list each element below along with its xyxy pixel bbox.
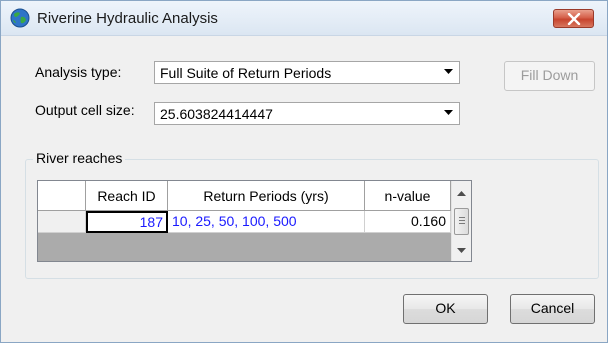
- title-bar[interactable]: Riverine Hydraulic Analysis: [1, 1, 607, 36]
- grip-line: [459, 217, 465, 218]
- chevron-down-icon: [444, 110, 453, 115]
- column-header-return-periods[interactable]: Return Periods (yrs): [168, 181, 365, 211]
- river-reaches-label: River reaches: [33, 150, 126, 166]
- ok-button[interactable]: OK: [403, 294, 488, 324]
- column-header-n-value[interactable]: n-value: [365, 181, 451, 211]
- column-header-reach-id[interactable]: Reach ID: [86, 181, 168, 211]
- analysis-type-select[interactable]: Full Suite of Return Periods: [154, 61, 460, 84]
- dialog-window: Riverine Hydraulic Analysis Analysis typ…: [0, 0, 608, 343]
- table-cell-return-periods[interactable]: 10, 25, 50, 100, 500: [168, 211, 365, 233]
- analysis-type-value: Full Suite of Return Periods: [160, 65, 332, 81]
- ok-label: OK: [435, 300, 456, 316]
- fill-down-label: Fill Down: [520, 67, 579, 83]
- table-cell-n-value[interactable]: 0.160: [365, 211, 451, 233]
- close-button[interactable]: [553, 9, 594, 28]
- scrollbar-thumb[interactable]: [454, 208, 469, 235]
- cancel-label: Cancel: [530, 300, 575, 316]
- grip-line: [459, 220, 465, 221]
- output-cell-size-select[interactable]: 25.603824414447: [154, 102, 460, 125]
- cancel-button[interactable]: Cancel: [510, 294, 595, 324]
- table-cell-reach-id[interactable]: 187: [86, 211, 168, 233]
- output-cell-size-label: Output cell size:: [35, 102, 135, 118]
- window-title: Riverine Hydraulic Analysis: [37, 10, 218, 27]
- vertical-scrollbar[interactable]: [451, 181, 471, 261]
- grip-line: [459, 223, 465, 224]
- chevron-down-icon: [444, 69, 453, 74]
- output-cell-size-value: 25.603824414447: [160, 106, 273, 122]
- row-header-corner: [38, 181, 86, 211]
- row-selector[interactable]: [38, 211, 86, 233]
- fill-down-button[interactable]: Fill Down: [504, 61, 595, 91]
- scroll-down-icon[interactable]: [457, 248, 466, 254]
- globe-icon: [10, 8, 30, 28]
- close-icon: [567, 13, 581, 25]
- analysis-type-label: Analysis type:: [35, 64, 122, 80]
- river-reaches-grid[interactable]: Reach ID Return Periods (yrs) n-value 18…: [37, 180, 472, 262]
- scroll-up-icon[interactable]: [457, 190, 466, 196]
